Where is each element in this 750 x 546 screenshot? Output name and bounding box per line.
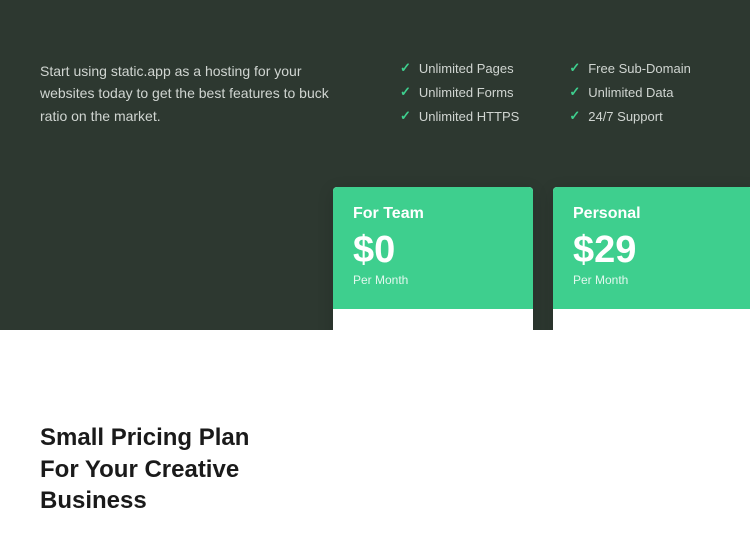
features-col-1: ✓ Unlimited Pages ✓ Unlimited Forms ✓ Unlimit…: [400, 60, 519, 124]
card-title: For Team: [353, 205, 513, 223]
card-period: Per Month: [353, 273, 513, 287]
dark-background: Start using static.app as a hosting for …: [0, 0, 750, 330]
check-icon: ✓: [569, 60, 580, 76]
feature-item: ✓ Free Sub-Domain: [569, 60, 691, 76]
feature-item: ✓ Unlimited Pages: [400, 60, 519, 76]
description-text: Start using static.app as a hosting for …: [40, 60, 340, 127]
feature-label: Unlimited Pages: [419, 61, 514, 76]
check-icon: ✓: [400, 60, 411, 76]
check-icon: ✓: [400, 84, 411, 100]
feature-label: Unlimited HTTPS: [419, 109, 519, 124]
features-col-2: ✓ Free Sub-Domain ✓ Unlimited Data ✓ 24/7 Sup…: [569, 60, 691, 124]
check-icon: ✓: [569, 108, 580, 124]
card-header: Personal $29 Per Month: [553, 187, 750, 309]
card-price: $29: [573, 231, 733, 269]
feature-item: ✓ Unlimited Data: [569, 84, 691, 100]
card-price: $0: [353, 231, 513, 269]
card-header: For Team $0 Per Month: [333, 187, 533, 309]
feature-item: ✓ 24/7 Support: [569, 108, 691, 124]
card-period: Per Month: [573, 273, 733, 287]
bottom-heading-text: Small Pricing Plan For Your Creative Bus…: [40, 422, 249, 516]
feature-label: Unlimited Forms: [419, 85, 514, 100]
feature-label: Unlimited Data: [588, 85, 673, 100]
feature-item: ✓ Unlimited Forms: [400, 84, 519, 100]
light-section: Small Pricing Plan For Your Creative Bus…: [0, 330, 750, 546]
feature-item: ✓ Unlimited HTTPS: [400, 108, 519, 124]
feature-label: 24/7 Support: [588, 109, 662, 124]
features-columns: ✓ Unlimited Pages ✓ Unlimited Forms ✓ Unlimit…: [400, 60, 691, 124]
top-content-area: Start using static.app as a hosting for …: [0, 0, 750, 157]
card-title: Personal: [573, 205, 733, 223]
check-icon: ✓: [400, 108, 411, 124]
check-icon: ✓: [569, 84, 580, 100]
bottom-heading: Small Pricing Plan For Your Creative Bus…: [40, 422, 249, 516]
feature-label: Free Sub-Domain: [588, 61, 691, 76]
